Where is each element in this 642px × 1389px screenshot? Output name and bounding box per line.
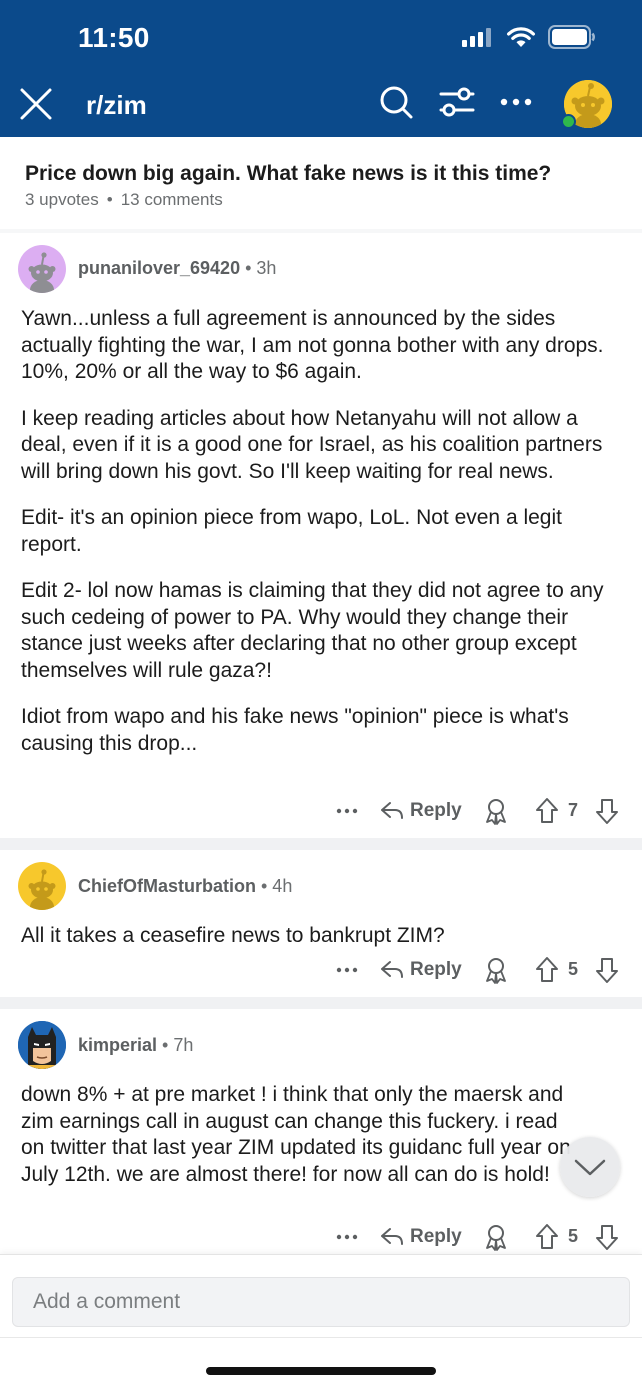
upvote-count: 3 upvotes — [25, 190, 99, 209]
downvote-icon[interactable] — [594, 1223, 620, 1251]
comment-paragraph: All it takes a ceasefire news to bankrup… — [21, 924, 445, 947]
avatar[interactable] — [18, 245, 66, 293]
snoo-avatar-icon — [28, 252, 56, 293]
comment-body: Yawn...unless a full agreement is announ… — [21, 306, 621, 777]
comment: punanilover_69420 • 3h Yawn...unless a f… — [0, 233, 642, 838]
comment-count: 13 comments — [120, 190, 223, 209]
comment: ChiefOfMasturbation • 4h All it takes a … — [0, 850, 642, 997]
reply-button[interactable]: Reply — [380, 796, 462, 826]
reply-button[interactable]: Reply — [380, 955, 462, 985]
comment-divider — [0, 997, 642, 1009]
comment-actions: Reply 5 — [330, 955, 630, 985]
vote-score: 5 — [568, 1226, 579, 1246]
comment: kimperial • 7h down 8% + at pre market !… — [0, 1009, 642, 1254]
comment-paragraph: I keep reading articles about how Netany… — [21, 406, 603, 483]
comment-paragraph: Edit 2- lol now hamas is claiming that t… — [21, 579, 604, 682]
sort-filter-icon[interactable] — [438, 84, 476, 120]
comment-actions: Reply 5 — [330, 1222, 630, 1252]
next-comment-button[interactable] — [560, 1137, 620, 1197]
reply-icon — [381, 1228, 403, 1245]
reply-label: Reply — [410, 1226, 462, 1247]
comment-divider — [0, 838, 642, 850]
vote-score: 7 — [568, 800, 579, 820]
signal-icon — [462, 28, 491, 47]
status-icons — [462, 25, 596, 49]
reply-label: Reply — [410, 800, 462, 821]
comment-paragraph: down 8% + at pre market ! i think that o… — [21, 1083, 571, 1186]
online-status-dot — [561, 114, 576, 129]
avatar[interactable] — [18, 1021, 66, 1069]
comment-age: • 3h — [240, 258, 277, 278]
close-icon[interactable] — [18, 86, 54, 122]
app-header: 11:50 r/zim — [0, 0, 642, 137]
subreddit-title[interactable]: r/zim — [86, 90, 147, 121]
search-icon[interactable] — [378, 84, 414, 120]
comment-author[interactable]: punanilover_69420 • 3h — [78, 258, 276, 279]
post-meta: 3 upvotes • 13 comments — [25, 190, 223, 210]
add-comment-input[interactable]: Add a comment — [12, 1277, 630, 1327]
comment-age: • 4h — [256, 876, 293, 896]
more-options-icon[interactable] — [334, 1224, 360, 1250]
home-indicator[interactable] — [206, 1367, 436, 1375]
upvote-icon[interactable] — [534, 1223, 560, 1251]
comment-author[interactable]: ChiefOfMasturbation • 4h — [78, 876, 292, 897]
award-icon[interactable] — [482, 956, 510, 984]
battery-icon — [548, 25, 595, 49]
reply-label: Reply — [410, 959, 462, 980]
wifi-icon — [507, 27, 535, 47]
comment-paragraph: Idiot from wapo and his fake news "opini… — [21, 705, 569, 755]
divider — [0, 1337, 642, 1338]
more-options-icon[interactable] — [334, 798, 360, 824]
award-icon[interactable] — [482, 797, 510, 825]
upvote-icon[interactable] — [534, 797, 560, 825]
post-title: Price down big again. What fake news is … — [25, 162, 552, 185]
reply-icon — [381, 802, 403, 819]
comment-paragraph: Edit- it's an opinion piece from wapo, L… — [21, 506, 562, 556]
reply-button[interactable]: Reply — [380, 1222, 462, 1252]
meta-separator: • — [106, 190, 113, 209]
upvote-icon[interactable] — [534, 956, 560, 984]
batman-avatar-icon — [18, 1021, 66, 1069]
chevron-down-icon — [574, 1159, 606, 1176]
comment-actions: Reply 7 — [330, 796, 630, 826]
downvote-icon[interactable] — [594, 797, 620, 825]
comment-paragraph: Yawn...unless a full agreement is announ… — [21, 307, 604, 383]
more-options-icon[interactable] — [498, 84, 534, 120]
add-comment-placeholder: Add a comment — [33, 1290, 181, 1313]
more-options-icon[interactable] — [334, 957, 360, 983]
award-icon[interactable] — [482, 1223, 510, 1251]
downvote-icon[interactable] — [594, 956, 620, 984]
comment-author[interactable]: kimperial • 7h — [78, 1035, 193, 1056]
reply-icon — [381, 961, 403, 978]
comment-age: • 7h — [157, 1035, 194, 1055]
status-time: 11:50 — [78, 22, 150, 53]
vote-score: 5 — [568, 959, 579, 979]
comment-body: down 8% + at pre market ! i think that o… — [21, 1082, 581, 1208]
post-header[interactable]: Price down big again. What fake news is … — [0, 137, 642, 229]
top-toolbar: r/zim — [0, 74, 642, 136]
snoo-avatar-icon — [28, 869, 56, 910]
avatar[interactable] — [18, 862, 66, 910]
